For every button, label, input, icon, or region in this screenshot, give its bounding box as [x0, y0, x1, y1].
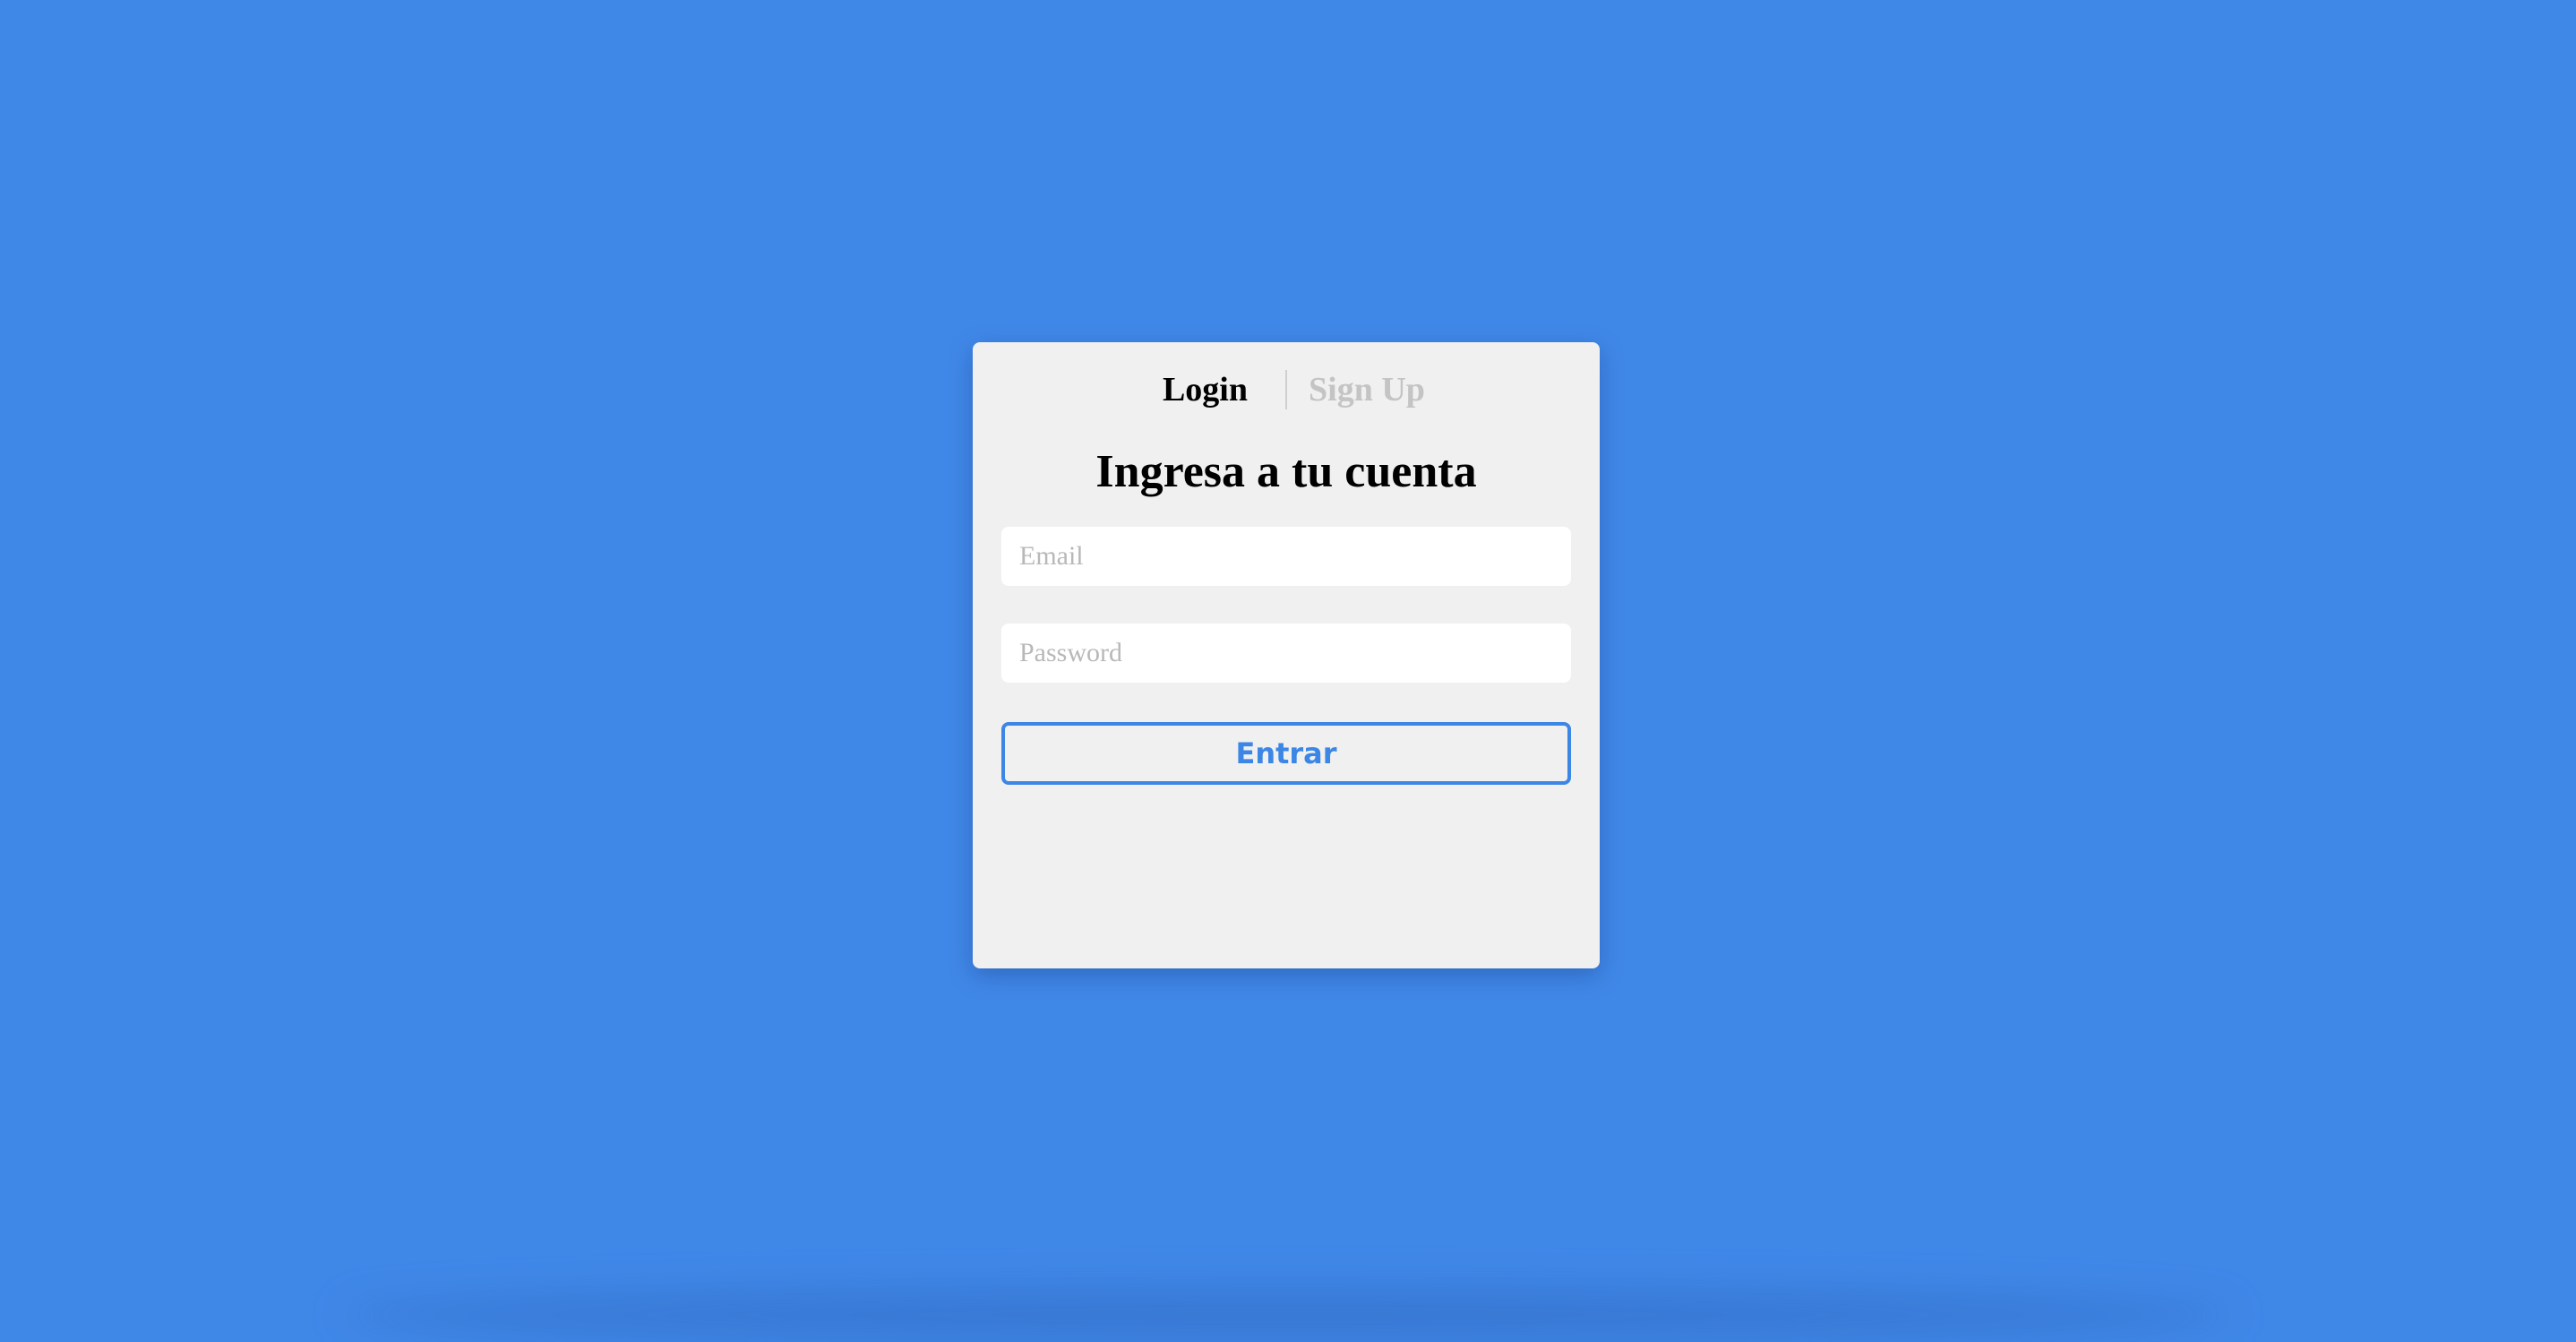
password-input[interactable] [1001, 624, 1571, 683]
email-input[interactable] [1001, 527, 1571, 586]
auth-tabs: Login Sign Up [1001, 342, 1571, 437]
page-bottom-shadow [340, 1288, 2236, 1342]
tab-signup[interactable]: Sign Up [1287, 370, 1466, 409]
login-title: Ingresa a tu cuenta [1095, 446, 1477, 497]
auth-card: Login Sign Up Ingresa a tu cuenta Entrar [973, 342, 1600, 968]
login-form: Entrar [1001, 527, 1571, 785]
tab-login[interactable]: Login [1106, 370, 1285, 409]
login-submit-button[interactable]: Entrar [1001, 722, 1571, 785]
